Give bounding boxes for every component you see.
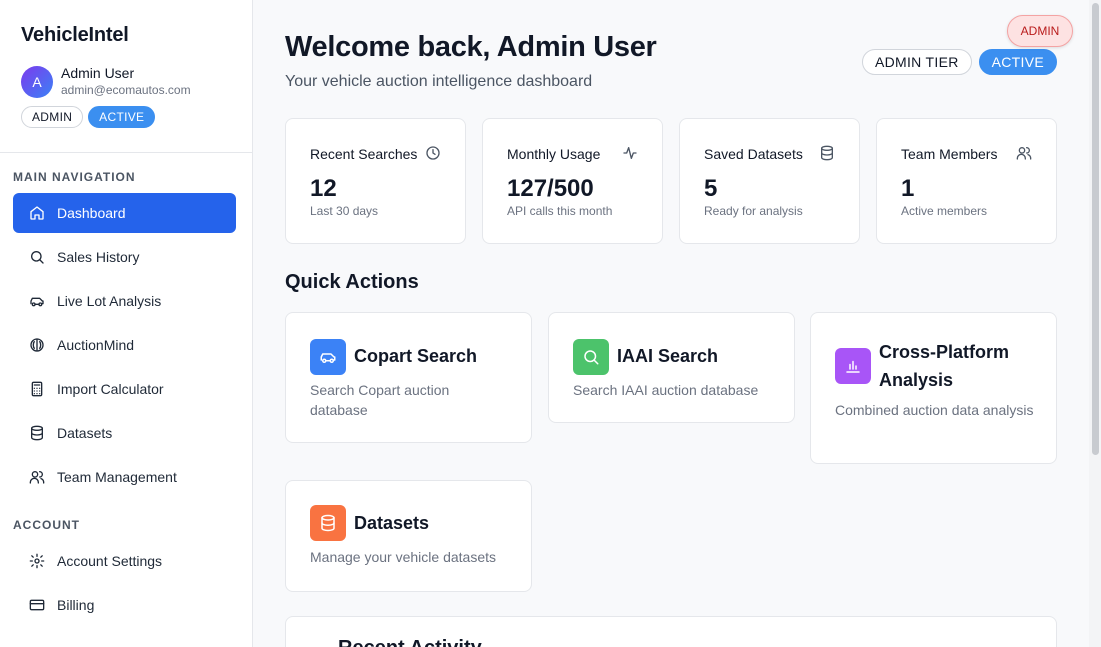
tier-badge: ADMIN TIER: [861, 49, 972, 75]
role-badge: ADMIN: [21, 106, 84, 128]
sidebar-item-live-lot-analysis[interactable]: Live Lot Analysis: [13, 281, 236, 321]
credit-card-icon: [29, 597, 45, 613]
quick-actions-heading: Quick Actions: [285, 271, 419, 293]
qa-title: Cross-Platform Analysis: [879, 342, 1010, 390]
stat-card-recent-searches: Recent Searches 12 Last 30 days: [285, 118, 466, 244]
qa-title: Datasets: [354, 513, 430, 533]
sidebar-item-dashboard[interactable]: Dashboard: [13, 193, 236, 233]
user-email: admin@ecomautos.com: [61, 83, 191, 97]
sidebar-item-label: AuctionMind: [57, 337, 135, 353]
database-icon: [29, 425, 45, 441]
sidebar-divider: [0, 152, 252, 153]
stat-subtitle: Ready for analysis: [704, 204, 803, 218]
stat-card-saved-datasets: Saved Datasets 5 Ready for analysis: [679, 118, 860, 244]
sidebar-item-label: Live Lot Analysis: [57, 293, 162, 309]
database-icon: [310, 505, 346, 541]
qa-description: Search IAAI auction database: [573, 382, 759, 398]
home-icon: [29, 205, 45, 221]
stat-title: Saved Datasets: [704, 146, 803, 162]
avatar[interactable]: A: [21, 66, 53, 98]
sidebar: VehicleIntel A Admin User admin@ecomauto…: [0, 0, 253, 647]
sidebar-item-label: Sales History: [57, 249, 140, 265]
status-badge: ACTIVE: [88, 106, 156, 128]
main-content: Welcome back, Admin User Your vehicle au…: [253, 0, 1089, 647]
main-navigation-label: MAIN NAVIGATION: [13, 170, 136, 184]
sidebar-item-sales-history[interactable]: Sales History: [13, 237, 236, 277]
sidebar-item-team-management[interactable]: Team Management: [13, 457, 236, 497]
stat-value: 5: [704, 175, 718, 202]
calculator-icon: [29, 381, 45, 397]
qa-title: IAAI Search: [617, 346, 719, 366]
qa-description: Combined auction data analysis: [835, 402, 1034, 418]
iaai-search-card[interactable]: IAAI Search Search IAAI auction database: [548, 312, 795, 423]
account-section-label: ACCOUNT: [13, 518, 80, 532]
stat-card-team-members: Team Members 1 Active members: [876, 118, 1057, 244]
qa-title: Copart Search: [354, 346, 478, 366]
car-icon: [29, 293, 45, 309]
qa-description: Search Copart auction database: [310, 382, 450, 418]
stat-value: 12: [310, 175, 337, 202]
sidebar-item-label: Billing: [57, 597, 95, 613]
page-title: Welcome back, Admin User: [285, 31, 657, 63]
clock-icon: [425, 145, 441, 161]
stat-title: Recent Searches: [310, 146, 418, 162]
users-icon: [1016, 145, 1032, 161]
datasets-card[interactable]: Datasets Manage your vehicle datasets: [285, 480, 532, 592]
search-icon: [29, 249, 45, 265]
sidebar-item-auctionmind[interactable]: AuctionMind: [13, 325, 236, 365]
status-badge: ACTIVE: [978, 49, 1057, 75]
users-icon: [29, 469, 45, 485]
stat-value: 127/500: [507, 175, 594, 202]
stat-title: Team Members: [901, 146, 998, 162]
cross-platform-analysis-card[interactable]: Cross-Platform Analysis Combined auction…: [810, 312, 1057, 464]
scrollbar[interactable]: [1089, 0, 1101, 647]
sidebar-item-account-settings[interactable]: Account Settings: [13, 541, 236, 581]
sidebar-item-label: Team Management: [57, 469, 177, 485]
sidebar-item-label: Account Settings: [57, 553, 163, 569]
sidebar-item-label: Datasets: [57, 425, 113, 441]
stat-value: 1: [901, 175, 915, 202]
sidebar-item-billing[interactable]: Billing: [13, 585, 236, 625]
gear-icon: [29, 553, 45, 569]
stat-subtitle: API calls this month: [507, 204, 613, 218]
database-icon: [819, 145, 835, 161]
page-subtitle: Your vehicle auction intelligence dashbo…: [285, 73, 593, 90]
brain-icon: [29, 337, 45, 353]
user-name: Admin User: [61, 65, 135, 81]
qa-description: Manage your vehicle datasets: [310, 549, 496, 565]
activity-icon: [622, 145, 638, 161]
car-icon: [310, 339, 346, 375]
stat-subtitle: Active members: [901, 204, 988, 218]
sidebar-item-label: Import Calculator: [57, 381, 164, 397]
recent-activity-card: Recent Activity: [285, 616, 1057, 647]
sidebar-item-datasets[interactable]: Datasets: [13, 413, 236, 453]
stat-card-monthly-usage: Monthly Usage 127/500 API calls this mon…: [482, 118, 663, 244]
stat-subtitle: Last 30 days: [310, 204, 379, 218]
admin-floating-badge[interactable]: ADMIN: [1007, 15, 1073, 47]
stat-title: Monthly Usage: [507, 146, 601, 162]
sidebar-item-import-calculator[interactable]: Import Calculator: [13, 369, 236, 409]
scrollbar-thumb[interactable]: [1092, 3, 1099, 455]
recent-activity-title: Recent Activity: [338, 637, 482, 647]
user-profile: A Admin User admin@ecomautos.com: [21, 65, 191, 99]
brand-logo[interactable]: VehicleIntel: [21, 24, 129, 47]
bar-chart-icon: [835, 348, 871, 384]
search-icon: [573, 339, 609, 375]
copart-search-card[interactable]: Copart Search Search Copart auction data…: [285, 312, 532, 443]
sidebar-item-label: Dashboard: [57, 205, 126, 221]
